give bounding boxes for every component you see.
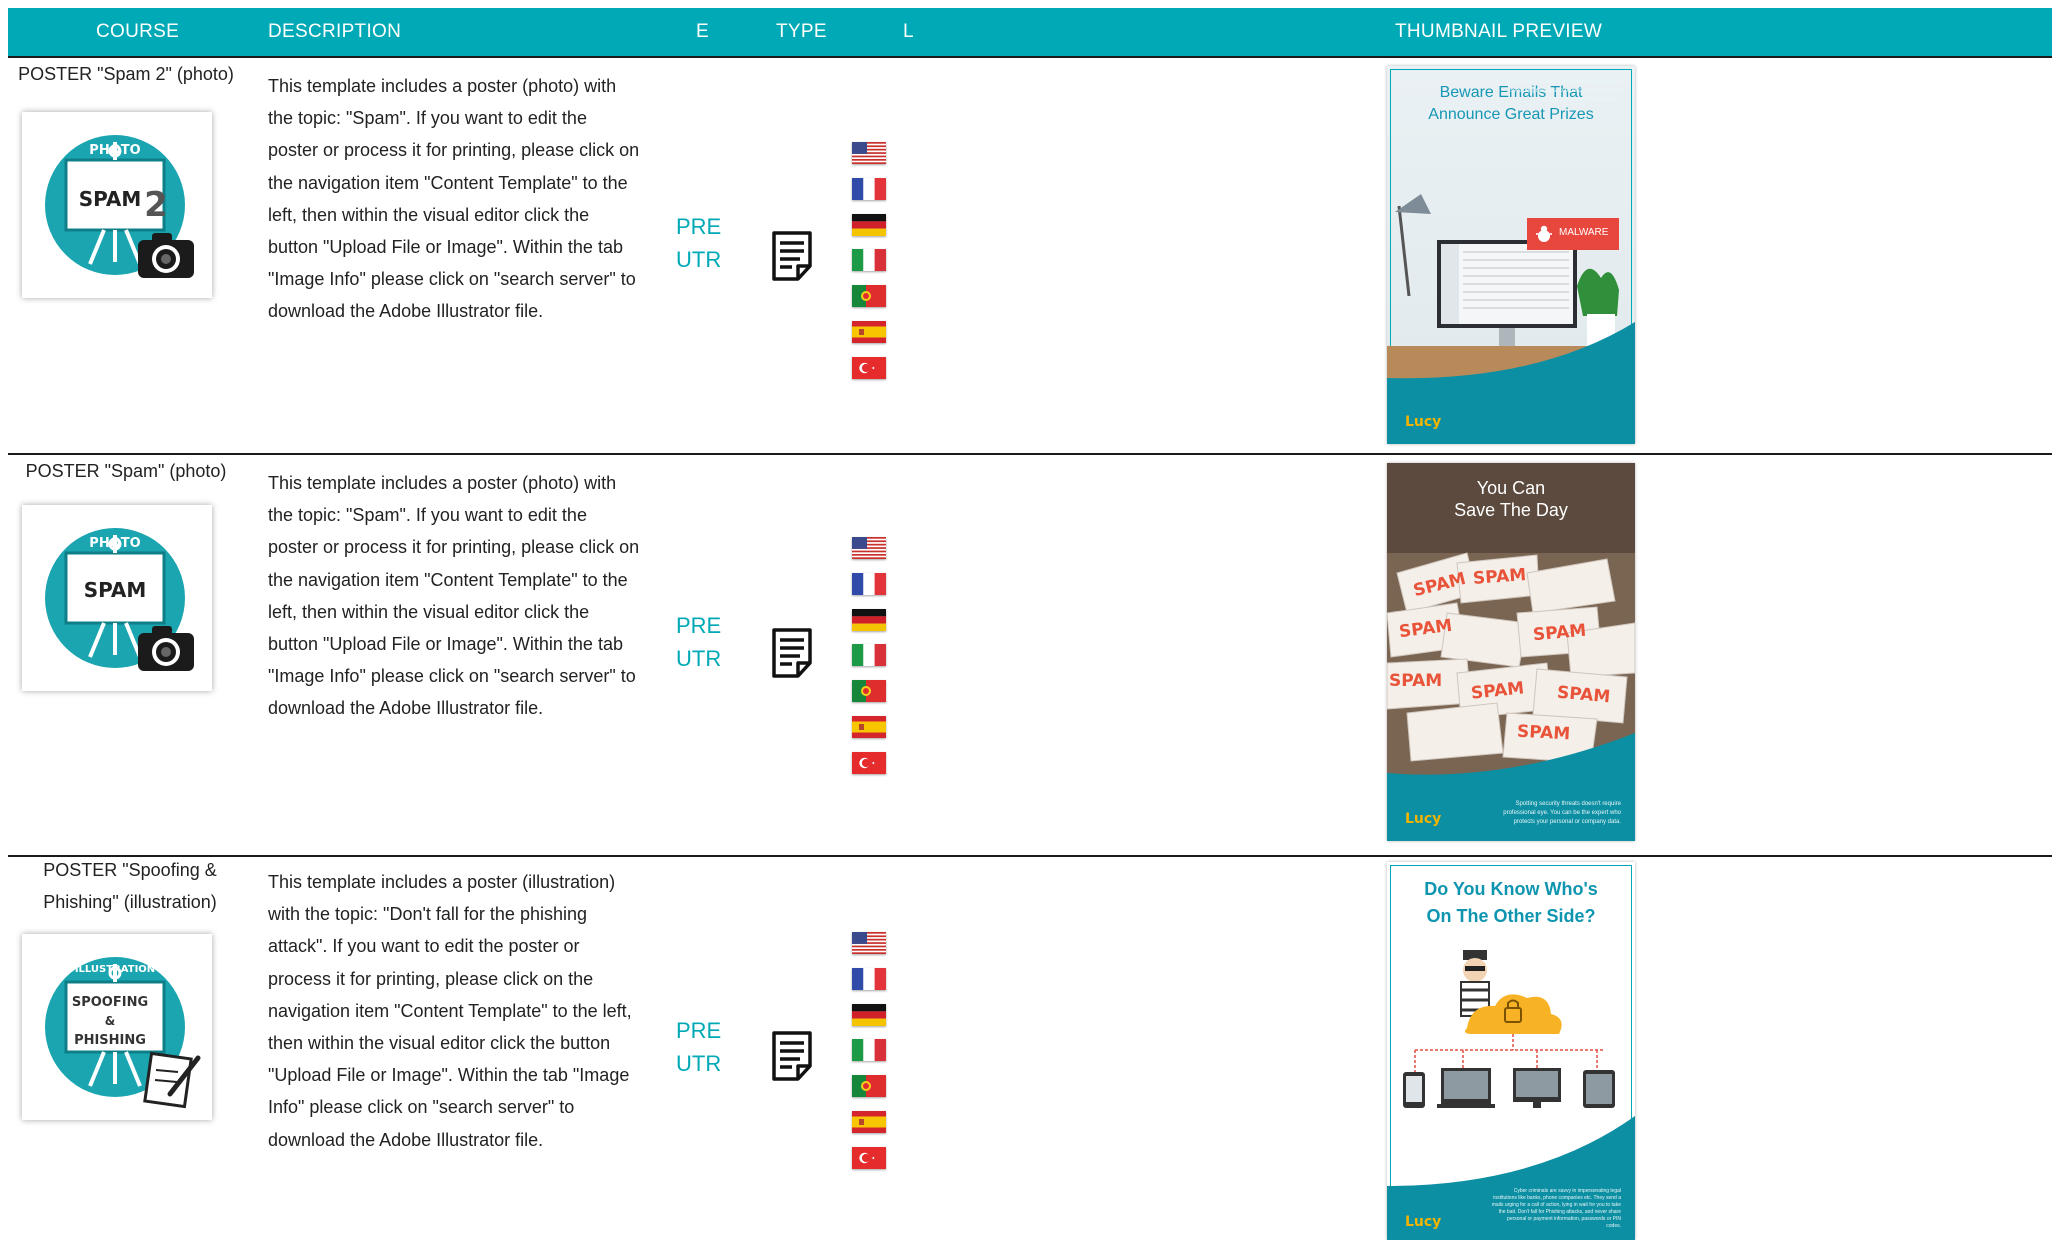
france-flag-icon[interactable] <box>852 968 886 990</box>
document-icon[interactable] <box>770 230 814 282</box>
course-thumbnail-image[interactable]: PHOTO SPAM <box>22 505 212 691</box>
language-flags <box>852 932 888 1183</box>
course-title[interactable]: POSTER "Spam 2" (photo) <box>10 58 242 90</box>
status-line-1: PRE <box>676 613 722 638</box>
thumbnail-headline-line-2: Save The Day <box>1454 500 1568 520</box>
column-header-thumbnail-preview[interactable]: THUMBNAIL PREVIEW <box>1395 8 1602 56</box>
language-flags <box>852 537 888 788</box>
thumbnail-preview[interactable]: Beware Emails That Announce Great Prizes <box>1387 66 1635 444</box>
course-image-label: 2 <box>144 185 168 225</box>
turkey-flag-icon[interactable] <box>852 1147 886 1169</box>
bug-icon <box>1536 225 1552 242</box>
course-title[interactable]: POSTER "Spam" (photo) <box>10 455 242 487</box>
us-flag-icon[interactable] <box>852 537 886 559</box>
course-image-label: SPAM <box>84 578 147 602</box>
lucy-logo: Lucy <box>1405 1214 1442 1230</box>
portugal-flag-icon[interactable] <box>852 285 886 307</box>
germany-flag-icon[interactable] <box>852 1004 886 1026</box>
course-image-label: PHOTO <box>89 143 140 158</box>
language-flags <box>852 142 888 393</box>
thumbnail-footer-text: Spotting security threats doesn't requir… <box>1503 801 1621 825</box>
course-image-label: SPAM <box>79 187 142 211</box>
thumbnail-headline: You Can Save The Day <box>1387 477 1635 521</box>
spain-flag-icon[interactable] <box>852 1111 886 1133</box>
column-header-course[interactable]: COURSE <box>96 8 179 56</box>
thumbnail-footer-text: Don't take the bait and always employ be… <box>1507 79 1621 103</box>
thumbnail-footer-text: Cyber criminals are savvy in impersonati… <box>1491 1188 1621 1229</box>
thumbnail-preview[interactable]: SPAM SPAM SPAM SPAM SPAM SPAM SPAM SPAM … <box>1387 463 1635 841</box>
table-header: COURSE DESCRIPTION E TYPE L THUMBNAIL PR… <box>8 8 2052 58</box>
course-thumbnail-image[interactable]: ILLUSTRATION SPOOFING & PHISHING <box>22 934 212 1120</box>
spain-flag-icon[interactable] <box>852 321 886 343</box>
lucy-logo: Lucy <box>1405 811 1442 827</box>
course-thumbnail-image[interactable]: PHOTO SPAM 2 <box>22 112 212 298</box>
course-image-label: & <box>105 1014 115 1028</box>
column-header-type[interactable]: TYPE <box>776 8 827 56</box>
italy-flag-icon[interactable] <box>852 249 886 271</box>
document-icon[interactable] <box>770 1030 814 1082</box>
germany-flag-icon[interactable] <box>852 214 886 236</box>
france-flag-icon[interactable] <box>852 573 886 595</box>
status-line-2: UTR <box>676 1051 722 1076</box>
malware-badge-label: MALWARE <box>1559 227 1609 238</box>
us-flag-icon[interactable] <box>852 932 886 954</box>
portugal-flag-icon[interactable] <box>852 680 886 702</box>
pencil-paper-icon <box>143 1051 201 1109</box>
course-image-label: SPOOFING <box>72 995 148 1010</box>
table-row[interactable]: POSTER "Spoofing & Phishing" (illustrati… <box>0 854 2053 1240</box>
germany-flag-icon[interactable] <box>852 609 886 631</box>
status-line-1: PRE <box>676 214 722 239</box>
course-description: This template includes a poster (photo) … <box>268 473 640 719</box>
table-row[interactable]: POSTER "Spam 2" (photo) PHOTO SPAM 2 Thi… <box>0 58 2053 455</box>
column-header-e[interactable]: E <box>696 8 709 56</box>
thumbnail-headline-line-2: On The Other Side? <box>1426 906 1596 926</box>
status-text: PRE UTR <box>676 609 721 675</box>
hacker-cloud-devices-illustration <box>1403 950 1615 1108</box>
status-text: PRE UTR <box>676 210 721 276</box>
turkey-flag-icon[interactable] <box>852 357 886 379</box>
france-flag-icon[interactable] <box>852 178 886 200</box>
turkey-flag-icon[interactable] <box>852 752 886 774</box>
status-line-2: UTR <box>676 247 722 272</box>
status-line-2: UTR <box>676 646 722 671</box>
portugal-flag-icon[interactable] <box>852 1075 886 1097</box>
malware-badge: MALWARE <box>1527 218 1619 250</box>
thumbnail-headline-line-1: You Can <box>1476 478 1546 498</box>
italy-flag-icon[interactable] <box>852 1039 886 1061</box>
status-text: PRE UTR <box>676 1014 721 1080</box>
document-icon[interactable] <box>770 627 814 679</box>
course-description: This template includes a poster (photo) … <box>268 76 640 322</box>
lucy-logo: Lucy <box>1405 414 1442 430</box>
thumbnail-headline-line-1: Do You Know Who's <box>1424 879 1598 899</box>
column-header-l[interactable]: L <box>903 8 914 56</box>
spain-flag-icon[interactable] <box>852 716 886 738</box>
thumbnail-headline: Do You Know Who's On The Other Side? <box>1387 876 1635 930</box>
course-title[interactable]: POSTER "Spoofing & Phishing" (illustrati… <box>10 854 250 918</box>
course-image-label: PHISHING <box>74 1033 146 1048</box>
column-header-description[interactable]: DESCRIPTION <box>268 8 401 56</box>
thumbnail-preview[interactable]: Do You Know Who's On The Other Side? Cyb… <box>1387 862 1635 1240</box>
italy-flag-icon[interactable] <box>852 644 886 666</box>
table-row[interactable]: POSTER "Spam" (photo) PHOTO SPAM This te… <box>0 455 2053 857</box>
status-line-1: PRE <box>676 1018 722 1043</box>
course-image-label: ILLUSTRATION <box>75 964 155 975</box>
course-description: This template includes a poster (illustr… <box>268 872 632 1150</box>
course-image-label: PHOTO <box>89 536 140 551</box>
us-flag-icon[interactable] <box>852 142 886 164</box>
